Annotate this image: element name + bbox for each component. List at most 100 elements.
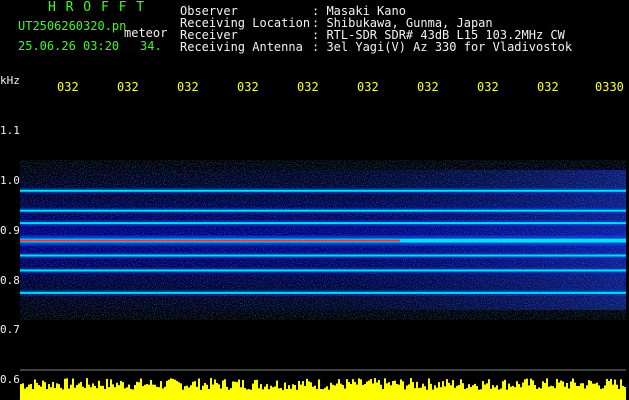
noise-bar xyxy=(608,380,610,400)
noise-bar xyxy=(238,379,240,400)
noise-bar xyxy=(154,384,156,400)
noise-bar xyxy=(458,384,460,400)
noise-bar xyxy=(116,382,118,400)
noise-bar xyxy=(302,381,304,400)
noise-bar xyxy=(198,378,200,400)
noise-bar xyxy=(464,388,466,400)
x-tick: 032 xyxy=(477,80,499,94)
noise-bar xyxy=(112,384,114,400)
noise-bar xyxy=(468,384,470,400)
noise-bar xyxy=(484,384,486,400)
noise-bar xyxy=(510,386,512,400)
noise-bar xyxy=(516,381,518,400)
date-time: 25.06.26 03:20 xyxy=(18,39,120,53)
noise-bar xyxy=(278,388,280,400)
noise-bar xyxy=(524,379,526,400)
noise-bar xyxy=(170,378,172,400)
noise-bar xyxy=(46,389,48,400)
noise-bar xyxy=(538,387,540,400)
noise-bar xyxy=(414,388,416,400)
noise-bar xyxy=(90,387,92,400)
noise-bar xyxy=(82,386,84,400)
noise-bar xyxy=(544,382,546,400)
noise-bar xyxy=(338,379,340,400)
noise-bar xyxy=(200,389,202,400)
spectrogram xyxy=(20,96,626,400)
noise-bar xyxy=(114,387,116,400)
noise-bar xyxy=(294,385,296,400)
noise-bar xyxy=(564,386,566,400)
noise-bar xyxy=(244,387,246,400)
noise-bar xyxy=(406,385,408,400)
app-title: H R O F F T xyxy=(48,0,146,15)
noise-bar xyxy=(478,389,480,400)
noise-bar xyxy=(246,389,248,400)
noise-bar xyxy=(280,388,282,400)
noise-bar xyxy=(472,385,474,400)
noise-bar xyxy=(482,381,484,400)
y-tick: 0.8 xyxy=(0,274,20,287)
noise-bar xyxy=(576,385,578,400)
noise-bar xyxy=(266,384,268,400)
noise-bar xyxy=(368,380,370,400)
noise-bar xyxy=(230,388,232,400)
noise-bar xyxy=(362,385,364,400)
noise-bar xyxy=(314,385,316,400)
noise-bar xyxy=(398,384,400,400)
header-value: 34. xyxy=(140,39,162,53)
noise-bar xyxy=(388,382,390,400)
noise-bar xyxy=(528,385,530,400)
noise-bar xyxy=(208,388,210,400)
noise-bar xyxy=(104,389,106,400)
noise-bar xyxy=(284,382,286,400)
noise-bar xyxy=(276,380,278,400)
noise-bar xyxy=(326,386,328,400)
noise-bar xyxy=(504,379,506,400)
noise-bar xyxy=(206,384,208,400)
noise-bar xyxy=(418,387,420,400)
noise-bar xyxy=(174,379,176,400)
noise-bar xyxy=(52,381,54,400)
noise-bar xyxy=(34,379,36,400)
noise-bar xyxy=(454,387,456,400)
noise-bar xyxy=(328,389,330,400)
noise-bar xyxy=(562,381,564,400)
noise-bar xyxy=(36,382,38,400)
noise-bar xyxy=(494,387,496,400)
noise-bar xyxy=(360,379,362,400)
carrier-line xyxy=(20,222,626,225)
y-tick: 1.0 xyxy=(0,174,20,187)
noise-bar xyxy=(54,388,56,400)
noise-bar xyxy=(240,387,242,400)
noise-bar xyxy=(536,388,538,400)
noise-bar xyxy=(584,388,586,400)
noise-bar xyxy=(78,383,80,400)
noise-bar xyxy=(480,389,482,400)
noise-bar xyxy=(386,383,388,400)
noise-bar xyxy=(188,387,190,400)
noise-bar xyxy=(110,379,112,400)
noise-bar xyxy=(568,388,570,400)
noise-bar xyxy=(498,389,500,400)
carrier-line xyxy=(20,269,626,272)
noise-bar xyxy=(444,386,446,400)
noise-bar xyxy=(604,385,606,400)
x-tick: 032 xyxy=(177,80,199,94)
noise-bar xyxy=(262,389,264,400)
noise-bar xyxy=(258,388,260,400)
noise-bar xyxy=(532,380,534,400)
noise-bar xyxy=(102,385,104,400)
noise-bar xyxy=(96,388,98,400)
noise-bar xyxy=(190,385,192,400)
noise-bar xyxy=(320,389,322,400)
noise-bar xyxy=(428,378,430,400)
noise-bar xyxy=(282,389,284,400)
noise-bar xyxy=(572,378,574,400)
noise-bar xyxy=(582,383,584,400)
noise-bar xyxy=(288,385,290,400)
noise-bar xyxy=(252,383,254,400)
noise-bar xyxy=(224,379,226,400)
noise-bar xyxy=(256,379,258,400)
noise-bar xyxy=(392,380,394,400)
noise-bar xyxy=(274,386,276,400)
